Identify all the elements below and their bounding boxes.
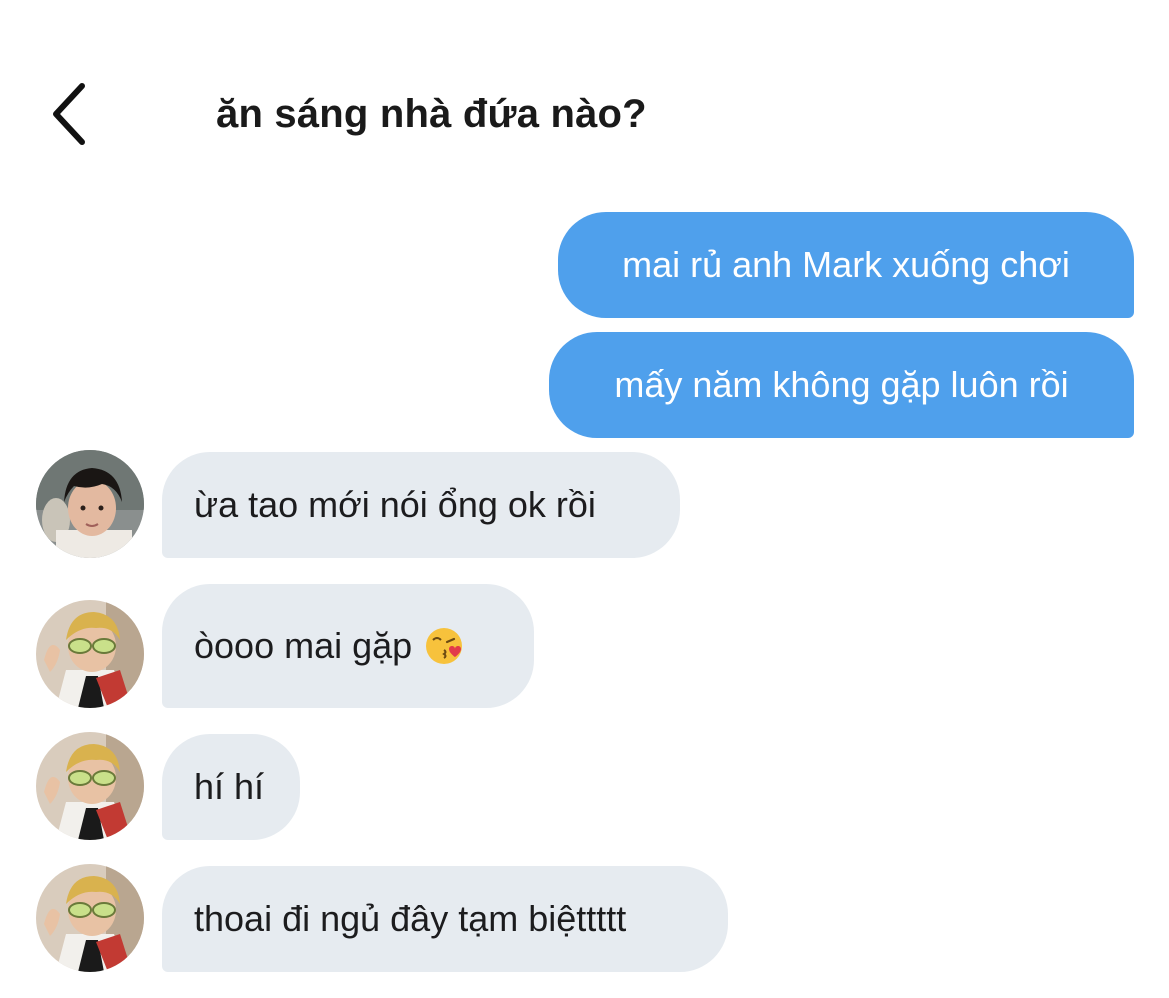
incoming-message[interactable]: thoai đi ngủ đây tạm biệttttt xyxy=(162,866,728,972)
incoming-message[interactable]: hí hí xyxy=(162,734,300,840)
message-text: thoai đi ngủ đây tạm biệttttt xyxy=(194,898,627,939)
avatar-dark-hair-image xyxy=(36,450,144,558)
kissing-heart-emoji-icon xyxy=(426,628,463,664)
message-text: ừa tao mới nói ổng ok rồi xyxy=(194,484,596,525)
avatar-sunglasses-image xyxy=(36,732,144,840)
incoming-message[interactable]: ừa tao mới nói ổng ok rồi xyxy=(162,452,680,558)
avatar[interactable] xyxy=(36,732,144,840)
chevron-left-icon xyxy=(53,83,85,145)
incoming-message[interactable]: òooo mai gặp xyxy=(162,584,534,708)
message-text: òooo mai gặp xyxy=(194,625,413,666)
message-text: mai rủ anh Mark xuống chơi xyxy=(622,244,1070,285)
message-text: hí hí xyxy=(194,766,265,807)
message-text: mấy năm không gặp luôn rồi xyxy=(614,364,1069,405)
back-button[interactable] xyxy=(36,78,100,150)
chat-title: ăn sáng nhà đứa nào? xyxy=(216,92,647,136)
avatar[interactable] xyxy=(36,450,144,558)
outgoing-message[interactable]: mai rủ anh Mark xuống chơi xyxy=(558,212,1134,318)
avatar[interactable] xyxy=(36,864,144,972)
avatar-sunglasses-image xyxy=(36,864,144,972)
avatar-sunglasses-image xyxy=(36,600,144,708)
chat-header: ăn sáng nhà đứa nào? xyxy=(0,0,1169,190)
outgoing-message[interactable]: mấy năm không gặp luôn rồi xyxy=(549,332,1134,438)
avatar[interactable] xyxy=(36,600,144,708)
